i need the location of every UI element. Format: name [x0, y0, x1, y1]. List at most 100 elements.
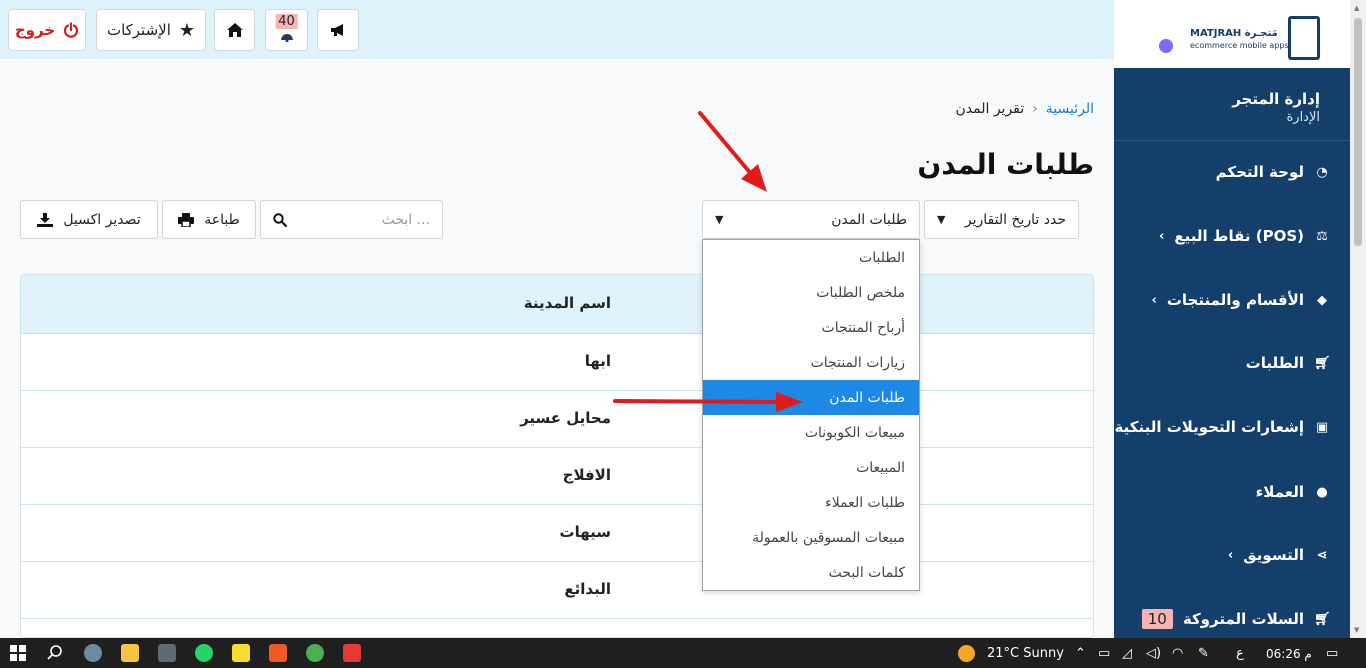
logo-name: MATJRAH مَتجـرة: [1190, 28, 1278, 39]
chevron-icon: ‹: [1159, 228, 1165, 244]
megaphone-icon: [329, 22, 347, 38]
wifi-icon[interactable]: ◠: [1172, 646, 1183, 661]
sidebar-item-label: السلات المتروكة: [1182, 610, 1304, 628]
pen-icon[interactable]: ✎: [1198, 646, 1209, 661]
table-header: اسم المدينة: [21, 275, 1093, 334]
dropdown-option[interactable]: المبيعات: [703, 450, 919, 485]
scroll-down-icon[interactable]: ▼: [1354, 626, 1359, 634]
logo-area[interactable]: MATJRAH مَتجـرة ecommerce mobile apps: [1114, 0, 1350, 68]
report-type-select[interactable]: ▼ طلبات المدن: [702, 200, 920, 239]
sidebar-item-marketing[interactable]: ⋖ التسويق ‹: [1110, 540, 1330, 570]
breadcrumb-home-link[interactable]: الرئيسية: [1046, 101, 1094, 117]
sidebar-item-pos[interactable]: ⚖ نقاط البيع (POS) ‹: [1110, 221, 1330, 251]
money-icon: ▣: [1315, 419, 1329, 435]
volume-icon[interactable]: ◁): [1146, 646, 1161, 661]
logout-button[interactable]: خروج: [8, 9, 86, 51]
brave-browser-icon[interactable]: [269, 644, 287, 662]
logout-label: خروج: [14, 21, 56, 39]
app-icon[interactable]: [343, 644, 361, 662]
bell-icon: [279, 32, 295, 42]
scale-icon: ⚖: [1316, 228, 1328, 244]
report-type-dropdown[interactable]: الطلبات ملخص الطلبات أرباح المنتجات زيار…: [702, 239, 920, 591]
power-icon: [63, 22, 79, 38]
breadcrumb-current: تقرير المدن: [955, 101, 1025, 117]
search-icon[interactable]: [46, 644, 64, 666]
dropdown-option[interactable]: ملخص الطلبات: [703, 275, 919, 310]
report-type-value: طلبات المدن: [831, 211, 907, 228]
sticky-notes-icon[interactable]: [232, 644, 250, 662]
star-icon: ★: [178, 19, 196, 41]
dropdown-option-selected[interactable]: طلبات المدن: [703, 380, 919, 415]
dashboard-icon: ◔: [1316, 164, 1328, 180]
dropdown-option[interactable]: مبيعات المسوقين بالعمولة: [703, 520, 919, 555]
language-indicator[interactable]: ع: [1236, 646, 1244, 661]
abandoned-carts-badge: 10: [1141, 609, 1173, 629]
notification-count: 40: [275, 14, 298, 29]
file-explorer-icon[interactable]: [121, 644, 139, 662]
tray-chevron-icon[interactable]: ⌃: [1075, 646, 1086, 661]
scroll-thumb[interactable]: [1354, 18, 1362, 246]
chevron-icon: ‹: [1151, 292, 1157, 308]
breadcrumb: الرئيسية ‹ تقرير المدن: [956, 101, 1095, 117]
page-title: طلبات المدن: [917, 148, 1094, 181]
city-cell: محايل عسير: [520, 409, 611, 427]
city-cell: البدائع: [564, 580, 611, 598]
report-date-select[interactable]: ▼ حدد تاريخ التقارير: [924, 200, 1079, 239]
sidebar-item-abandoned-carts[interactable]: 🛒︎ السلات المتروكة 10: [1110, 604, 1331, 634]
dropdown-option[interactable]: أرباح المنتجات: [703, 310, 919, 345]
arrow-to-select: [698, 111, 767, 192]
top-bar: خروج الإشتركات ★ 40: [0, 0, 1114, 59]
sidebar-item-products[interactable]: ◆ الأقسام والمنتجات ‹: [1110, 285, 1330, 315]
search-input[interactable]: ابحث ...: [260, 200, 443, 239]
home-button[interactable]: [214, 9, 255, 51]
table-row: البدائع: [21, 562, 1093, 619]
scroll-up-icon[interactable]: ▲: [1354, 4, 1359, 12]
sidebar-divider: [1114, 140, 1350, 141]
column-header-city: اسم المدينة: [523, 294, 611, 312]
chrome-icon[interactable]: [306, 644, 324, 662]
dropdown-option[interactable]: مبيعات الكوبونات: [703, 415, 919, 450]
cart-icon: 🛒︎: [1314, 611, 1331, 627]
report-date-label: حدد تاريخ التقارير: [964, 211, 1066, 228]
dropdown-option[interactable]: كلمات البحث: [703, 555, 919, 590]
print-button[interactable]: طباعة: [162, 200, 256, 239]
sidebar-item-customers[interactable]: ● العملاء: [1110, 477, 1330, 507]
notifications-icon[interactable]: ▭: [1326, 646, 1338, 661]
cities-table: اسم المدينة ابها محايل عسير الافلاج سيها…: [20, 274, 1094, 638]
battery-icon[interactable]: ▭: [1098, 646, 1110, 661]
dropdown-option[interactable]: طلبات العملاء: [703, 485, 919, 520]
dropdown-option[interactable]: زيارات المنتجات: [703, 345, 919, 380]
windows-start-icon[interactable]: [10, 645, 26, 661]
sidebar-item-label: إشعارات التحويلات البنكية: [1114, 418, 1304, 436]
dropdown-option[interactable]: الطلبات: [703, 240, 919, 275]
table-row: الافلاج: [21, 448, 1093, 505]
calculator-icon[interactable]: [158, 644, 176, 662]
download-icon: [37, 212, 54, 227]
table-row: ابها: [21, 334, 1093, 391]
announcements-button[interactable]: [317, 9, 359, 51]
sidebar-item-orders[interactable]: 🛒︎ الطلبات: [1110, 348, 1331, 378]
notifications-button[interactable]: 40: [265, 9, 308, 51]
sidebar-item-dashboard[interactable]: ◔ لوحة التحكم: [1110, 157, 1330, 187]
table-row: محايل عسير: [21, 391, 1093, 448]
city-cell: سيهات: [559, 523, 611, 541]
whatsapp-icon[interactable]: [195, 644, 213, 662]
network-icon[interactable]: ◿: [1122, 646, 1132, 661]
print-icon: [178, 212, 195, 227]
logo-tagline: ecommerce mobile apps: [1190, 41, 1289, 50]
search-placeholder: ابحث ...: [381, 211, 430, 228]
sidebar-item-bank-transfers[interactable]: ▣ إشعارات التحويلات البنكية: [1110, 412, 1330, 442]
page-scrollbar[interactable]: ▲ ▼: [1350, 0, 1366, 638]
home-icon: [226, 22, 244, 38]
export-excel-button[interactable]: تصدير اكسيل: [20, 200, 158, 239]
weather-sun-icon: [958, 645, 975, 662]
tag-icon: ◆: [1317, 292, 1327, 308]
weather-text[interactable]: 21°C Sunny: [987, 646, 1064, 661]
app-icon[interactable]: [84, 644, 102, 662]
breadcrumb-separator-icon: ‹: [1032, 101, 1038, 117]
print-label: طباعة: [204, 211, 240, 228]
clock[interactable]: 06:26 م: [1266, 647, 1312, 661]
logo-icon: [1288, 16, 1320, 60]
subscriptions-button[interactable]: الإشتركات ★: [96, 9, 206, 51]
sidebar-item-label: العملاء: [1255, 483, 1304, 501]
